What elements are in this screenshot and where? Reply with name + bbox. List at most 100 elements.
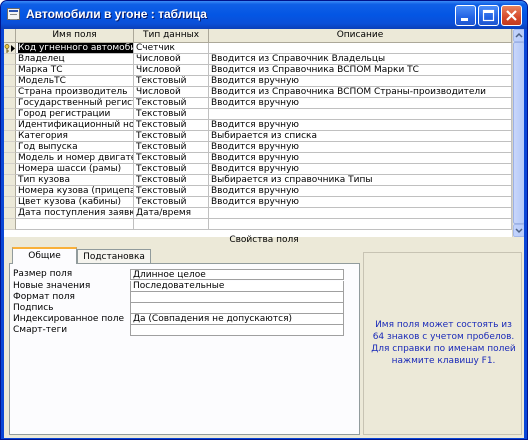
title-bar[interactable]: Автомобили в угоне : таблица bbox=[1, 1, 527, 29]
table-row[interactable]: Код угненного автомобиляСчетчик bbox=[4, 43, 512, 54]
vertical-scrollbar[interactable] bbox=[512, 29, 524, 237]
description-cell[interactable]: Вводится вручную bbox=[209, 98, 512, 109]
property-value-field[interactable]: Последовательные bbox=[130, 281, 344, 292]
data-type-cell[interactable]: Текстовый bbox=[134, 98, 209, 109]
data-type-cell[interactable]: Текстовый bbox=[134, 131, 209, 142]
data-type-cell[interactable]: Текстовый bbox=[134, 120, 209, 131]
description-cell[interactable]: Вводится вручную bbox=[209, 197, 512, 208]
row-selector[interactable] bbox=[4, 186, 16, 197]
row-selector[interactable] bbox=[4, 197, 16, 208]
close-button[interactable] bbox=[501, 5, 522, 26]
field-name-cell[interactable]: Марка ТС bbox=[16, 65, 134, 76]
row-selector[interactable] bbox=[4, 76, 16, 87]
row-selector[interactable] bbox=[4, 87, 16, 98]
table-row[interactable]: Год выпуска Текстовый Вводится вручную bbox=[4, 142, 512, 153]
field-name-cell[interactable]: Номера шасси (рамы) bbox=[16, 164, 134, 175]
table-row[interactable]: Категория Текстовый Выбирается из списка bbox=[4, 131, 512, 142]
data-type-cell[interactable]: Текстовый bbox=[134, 153, 209, 164]
table-row[interactable]: Номера шасси (рамы) Текстовый Вводится вру… bbox=[4, 164, 512, 175]
description-cell[interactable] bbox=[209, 208, 512, 219]
field-name-cell[interactable]: Код угненного автомобиля bbox=[16, 43, 134, 54]
row-selector[interactable] bbox=[4, 131, 16, 142]
maximize-button[interactable] bbox=[478, 5, 499, 26]
table-row[interactable]: МодельТС Текстовый Вводится вручную bbox=[4, 76, 512, 87]
field-name-cell[interactable]: Номера кузова (прицепа) bbox=[16, 186, 134, 197]
field-name-cell[interactable]: Город регистрации bbox=[16, 109, 134, 120]
row-selector[interactable] bbox=[4, 54, 16, 65]
table-row[interactable]: Цвет кузова (кабины) Текстовый Вводится вр… bbox=[4, 197, 512, 208]
field-name-cell[interactable]: Тип кузова bbox=[16, 175, 134, 186]
data-type-cell[interactable] bbox=[134, 219, 209, 230]
row-selector[interactable] bbox=[4, 164, 16, 175]
column-header-description[interactable]: Описание bbox=[209, 29, 512, 43]
field-name-cell[interactable]: МодельТС bbox=[16, 76, 134, 87]
data-type-cell[interactable]: Текстовый bbox=[134, 109, 209, 120]
row-selector[interactable] bbox=[4, 142, 16, 153]
table-row[interactable]: Марка ТС Числовой Вводится из Справочника … bbox=[4, 65, 512, 76]
table-icon[interactable] bbox=[7, 8, 20, 20]
data-type-cell[interactable]: Текстовый bbox=[134, 186, 209, 197]
table-row[interactable]: Государственный регистраТекстовый Вводитс… bbox=[4, 98, 512, 109]
field-name-cell[interactable]: Идентификационный номер bbox=[16, 120, 134, 131]
data-type-cell[interactable]: Текстовый bbox=[134, 175, 209, 186]
scroll-thumb[interactable] bbox=[513, 42, 524, 224]
table-row[interactable]: Идентификационный номерТекстовый Вводится… bbox=[4, 120, 512, 131]
description-cell[interactable]: Вводится из Справочника ВСПОМ Марки ТС bbox=[209, 65, 512, 76]
data-type-cell[interactable]: Текстовый bbox=[134, 197, 209, 208]
field-name-cell[interactable]: Цвет кузова (кабины) bbox=[16, 197, 134, 208]
minimize-button[interactable] bbox=[455, 5, 476, 26]
property-value-field[interactable] bbox=[130, 325, 344, 336]
scroll-up-button[interactable] bbox=[513, 29, 524, 42]
description-cell[interactable]: Вводится из Справочника ВСПОМ Страны-про… bbox=[209, 87, 512, 98]
description-cell[interactable]: Вводится вручную bbox=[209, 142, 512, 153]
row-selector[interactable] bbox=[4, 98, 16, 109]
field-name-cell[interactable]: Страна производитель bbox=[16, 87, 134, 98]
grid-corner-cell[interactable] bbox=[4, 29, 16, 43]
column-header-data-type[interactable]: Тип данных bbox=[134, 29, 209, 43]
description-cell[interactable]: Вводится вручную bbox=[209, 153, 512, 164]
table-row[interactable]: Страна производитель Числовой Вводится из … bbox=[4, 87, 512, 98]
data-type-cell[interactable]: Счетчик bbox=[134, 43, 209, 54]
row-selector[interactable] bbox=[4, 153, 16, 164]
description-cell[interactable]: Вводится вручную bbox=[209, 186, 512, 197]
row-selector[interactable] bbox=[4, 208, 16, 219]
table-row[interactable]: Город регистрации Текстовый bbox=[4, 109, 512, 120]
data-type-cell[interactable]: Дата/время bbox=[134, 208, 209, 219]
data-type-cell[interactable]: Текстовый bbox=[134, 164, 209, 175]
description-cell[interactable] bbox=[209, 109, 512, 120]
data-type-cell[interactable]: Числовой bbox=[134, 87, 209, 98]
table-row[interactable]: Модель и номер двигателяТекстовый Вводитс… bbox=[4, 153, 512, 164]
property-value-field[interactable]: Длинное целое bbox=[130, 269, 344, 280]
property-value-field[interactable] bbox=[130, 303, 344, 314]
description-cell[interactable]: Выбирается из справочника Типы bbox=[209, 175, 512, 186]
data-type-cell[interactable]: Числовой bbox=[134, 54, 209, 65]
description-cell[interactable]: Вводится из Справочник Владельцы bbox=[209, 54, 512, 65]
data-type-cell[interactable]: Текстовый bbox=[134, 76, 209, 87]
table-row[interactable]: Номера кузова (прицепа) Текстовый Вводится… bbox=[4, 186, 512, 197]
description-cell[interactable] bbox=[209, 43, 512, 54]
field-name-cell[interactable] bbox=[16, 219, 134, 230]
data-type-cell[interactable]: Текстовый bbox=[134, 142, 209, 153]
field-name-cell[interactable]: Дата поступления заявки о bbox=[16, 208, 134, 219]
field-name-cell[interactable]: Владелец bbox=[16, 54, 134, 65]
row-selector[interactable] bbox=[4, 175, 16, 186]
row-selector[interactable] bbox=[4, 120, 16, 131]
property-value-field[interactable]: Да (Совпадения не допускаются) bbox=[130, 314, 344, 325]
table-row[interactable]: Владелец Числовой Вводится из Справочник В… bbox=[4, 54, 512, 65]
description-cell[interactable]: Вводится вручную bbox=[209, 76, 512, 87]
tab-general[interactable]: Общие bbox=[12, 247, 77, 264]
field-name-cell[interactable]: Модель и номер двигателя bbox=[16, 153, 134, 164]
row-selector[interactable] bbox=[4, 219, 16, 230]
field-name-cell[interactable]: Категория bbox=[16, 131, 134, 142]
row-selector[interactable] bbox=[4, 109, 16, 120]
property-value-field[interactable] bbox=[130, 292, 344, 303]
table-row[interactable]: Дата поступления заявки оДата/время bbox=[4, 208, 512, 219]
description-cell[interactable]: Вводится вручную bbox=[209, 120, 512, 131]
row-selector[interactable] bbox=[4, 65, 16, 76]
description-cell[interactable]: Выбирается из списка bbox=[209, 131, 512, 142]
table-row[interactable] bbox=[4, 219, 512, 230]
description-cell[interactable]: Вводится вручную bbox=[209, 164, 512, 175]
data-type-cell[interactable]: Числовой bbox=[134, 65, 209, 76]
column-header-field-name[interactable]: Имя поля bbox=[16, 29, 134, 43]
row-selector[interactable] bbox=[4, 43, 16, 54]
